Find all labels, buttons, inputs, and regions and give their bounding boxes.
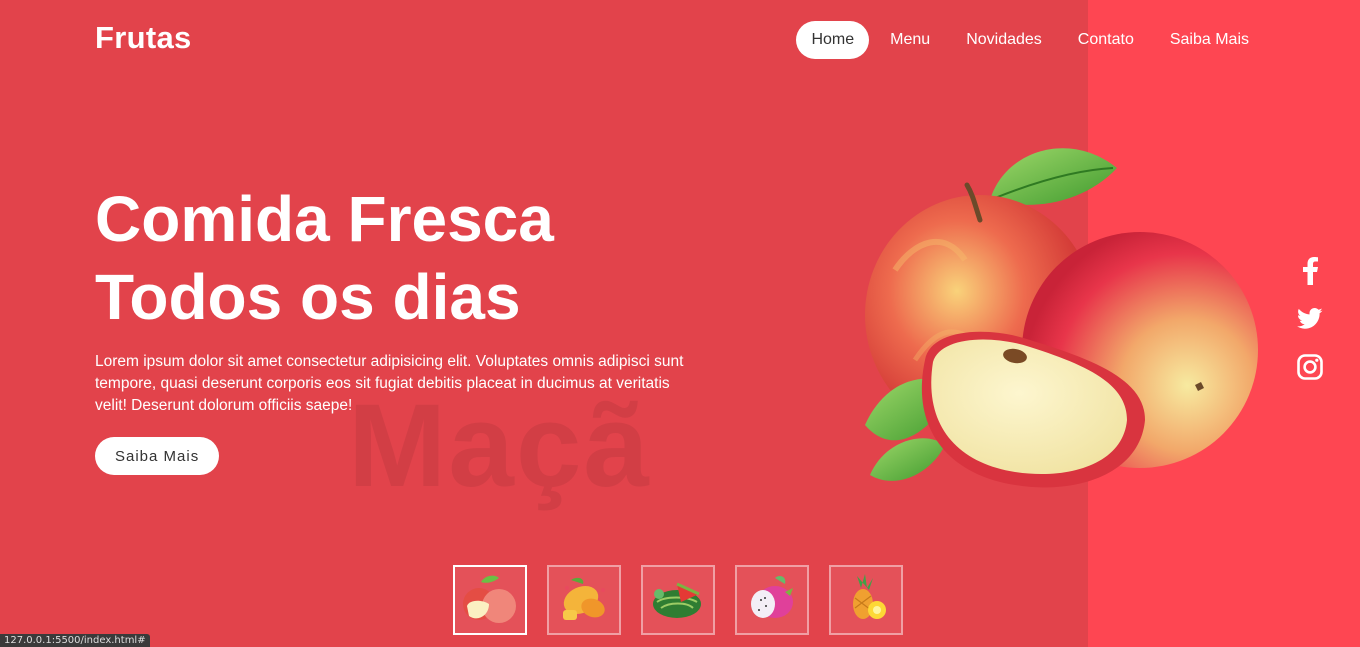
nav-menu[interactable]: Menu <box>875 21 945 59</box>
saiba-mais-button[interactable]: Saiba Mais <box>95 437 220 475</box>
mango-thumb[interactable] <box>547 565 621 635</box>
site-logo[interactable]: Frutas <box>95 20 192 56</box>
pineapple-icon <box>853 574 886 619</box>
nav-home[interactable]: Home <box>796 21 870 59</box>
nav-saiba-mais[interactable]: Saiba Mais <box>1155 21 1264 59</box>
nav-contato[interactable]: Contato <box>1063 21 1149 59</box>
nav-novidades[interactable]: Novidades <box>951 21 1057 59</box>
hero-description: Lorem ipsum dolor sit amet consectetur a… <box>95 353 684 414</box>
facebook-icon[interactable] <box>1295 256 1325 286</box>
apples-image <box>865 148 1258 488</box>
hero-title: Comida Fresca Todos os dias <box>95 180 715 336</box>
instagram-icon[interactable] <box>1295 352 1325 382</box>
mango-icon <box>563 577 605 620</box>
fruit-thumbnails <box>453 565 903 635</box>
watermelon-icon <box>653 582 701 618</box>
hero-title-line-1: Comida Fresca <box>95 183 554 255</box>
site-header: Frutas Home Menu Novidades Contato Saiba… <box>0 0 1360 80</box>
dragonfruit-thumb[interactable] <box>735 565 809 635</box>
pineapple-thumb[interactable] <box>829 565 903 635</box>
apple-icon <box>463 575 516 623</box>
social-links <box>1292 256 1328 382</box>
hero-title-line-2: Todos os dias <box>95 261 521 333</box>
main-nav: Home Menu Novidades Contato Saiba Mais <box>796 21 1264 59</box>
apple-thumb[interactable] <box>453 565 527 635</box>
browser-status-url: 127.0.0.1:5500/index.html# <box>0 634 150 647</box>
twitter-icon[interactable] <box>1295 304 1325 334</box>
watermelon-thumb[interactable] <box>641 565 715 635</box>
dragonfruit-icon <box>751 576 793 618</box>
